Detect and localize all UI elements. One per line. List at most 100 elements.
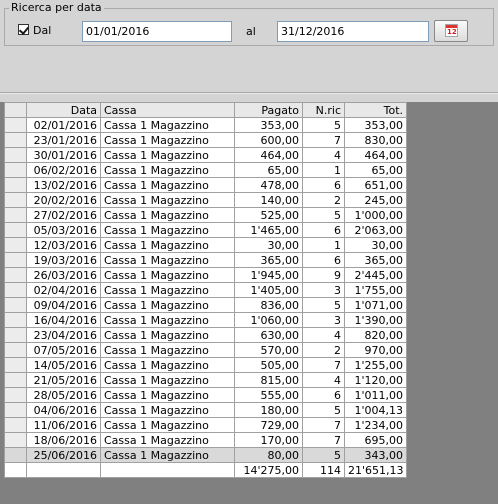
cell-nric[interactable]: 4 — [302, 372, 345, 388]
cell-cassa[interactable]: Cassa 1 Magazzino — [100, 327, 235, 343]
table-row[interactable]: 26/03/2016 Cassa 1 Magazzino 1'945,00 9 2'44… — [4, 267, 407, 283]
cell-nric[interactable]: 3 — [302, 282, 345, 298]
column-header-nric[interactable]: N.ric — [302, 102, 345, 118]
table-row[interactable]: 04/06/2016 Cassa 1 Magazzino 180,00 5 1'004,… — [4, 402, 407, 418]
cell-cassa[interactable]: Cassa 1 Magazzino — [100, 162, 235, 178]
cell-data[interactable]: 30/01/2016 — [26, 147, 101, 163]
cell-nric[interactable]: 7 — [302, 132, 345, 148]
cell-cassa[interactable]: Cassa 1 Magazzino — [100, 207, 235, 223]
cell-data[interactable]: 13/02/2016 — [26, 177, 101, 193]
cell-cassa[interactable]: Cassa 1 Magazzino — [100, 372, 235, 388]
row-indicator[interactable] — [4, 162, 27, 178]
row-indicator[interactable] — [4, 252, 27, 268]
cell-pagato[interactable]: 836,00 — [234, 297, 303, 313]
cell-nric[interactable]: 2 — [302, 342, 345, 358]
cell-data[interactable] — [26, 462, 101, 478]
cell-cassa[interactable]: Cassa 1 Magazzino — [100, 252, 235, 268]
table-row[interactable]: 20/02/2016 Cassa 1 Magazzino 140,00 2 245,00 — [4, 192, 407, 208]
table-row[interactable]: 16/04/2016 Cassa 1 Magazzino 1'060,00 3 1'39… — [4, 312, 407, 328]
cell-cassa[interactable]: Cassa 1 Magazzino — [100, 132, 235, 148]
table-row[interactable]: 13/02/2016 Cassa 1 Magazzino 478,00 6 651,00 — [4, 177, 407, 193]
row-indicator[interactable] — [4, 207, 27, 223]
cell-data[interactable]: 02/01/2016 — [26, 117, 101, 133]
cell-cassa[interactable]: Cassa 1 Magazzino — [100, 312, 235, 328]
cell-tot[interactable]: 830,00 — [344, 132, 407, 148]
row-indicator[interactable] — [4, 222, 27, 238]
row-indicator[interactable] — [4, 387, 27, 403]
cell-data[interactable]: 18/06/2016 — [26, 432, 101, 448]
row-indicator[interactable] — [4, 447, 27, 463]
table-row[interactable]: 23/01/2016 Cassa 1 Magazzino 600,00 7 830,00 — [4, 132, 407, 148]
cell-data[interactable]: 06/02/2016 — [26, 162, 101, 178]
cell-cassa[interactable]: Cassa 1 Magazzino — [100, 387, 235, 403]
cell-data[interactable]: 21/05/2016 — [26, 372, 101, 388]
cell-nric[interactable]: 5 — [302, 297, 345, 313]
dal-label[interactable]: Dal — [33, 24, 51, 37]
table-row[interactable]: 06/02/2016 Cassa 1 Magazzino 65,00 1 65,00 — [4, 162, 407, 178]
cell-data[interactable]: 25/06/2016 — [26, 447, 101, 463]
cell-cassa[interactable]: Cassa 1 Magazzino — [100, 417, 235, 433]
table-row[interactable]: 07/05/2016 Cassa 1 Magazzino 570,00 2 970,00 — [4, 342, 407, 358]
cell-nric[interactable]: 9 — [302, 267, 345, 283]
table-row[interactable]: 18/06/2016 Cassa 1 Magazzino 170,00 7 695,00 — [4, 432, 407, 448]
row-indicator[interactable] — [4, 132, 27, 148]
cell-pagato[interactable]: 1'060,00 — [234, 312, 303, 328]
cell-cassa[interactable]: Cassa 1 Magazzino — [100, 192, 235, 208]
cell-pagato[interactable]: 570,00 — [234, 342, 303, 358]
table-row[interactable]: 11/06/2016 Cassa 1 Magazzino 729,00 7 1'234,… — [4, 417, 407, 433]
cell-data[interactable]: 09/04/2016 — [26, 297, 101, 313]
cell-nric[interactable]: 6 — [302, 222, 345, 238]
row-indicator[interactable] — [4, 372, 27, 388]
table-row[interactable]: 12/03/2016 Cassa 1 Magazzino 30,00 1 30,00 — [4, 237, 407, 253]
cell-data[interactable]: 20/02/2016 — [26, 192, 101, 208]
table-row[interactable]: 02/01/2016 Cassa 1 Magazzino 353,00 5 353,00 — [4, 117, 407, 133]
cell-data[interactable]: 02/04/2016 — [26, 282, 101, 298]
cell-tot[interactable]: 1'234,00 — [344, 417, 407, 433]
calendar-button[interactable]: 12 — [434, 20, 468, 42]
cell-tot[interactable]: 245,00 — [344, 192, 407, 208]
cell-nric[interactable]: 3 — [302, 312, 345, 328]
cell-data[interactable]: 23/01/2016 — [26, 132, 101, 148]
date-to-input[interactable] — [277, 21, 429, 42]
cell-tot[interactable]: 1'120,00 — [344, 372, 407, 388]
cell-pagato[interactable]: 180,00 — [234, 402, 303, 418]
cell-pagato[interactable]: 525,00 — [234, 207, 303, 223]
table-row[interactable]: 27/02/2016 Cassa 1 Magazzino 525,00 5 1'000,… — [4, 207, 407, 223]
cell-pagato[interactable]: 140,00 — [234, 192, 303, 208]
cell-tot[interactable]: 651,00 — [344, 177, 407, 193]
cell-tot[interactable]: 343,00 — [344, 447, 407, 463]
cell-pagato[interactable]: 630,00 — [234, 327, 303, 343]
cell-pagato[interactable]: 14'275,00 — [234, 462, 303, 478]
totals-row[interactable]: 14'275,00 114 21'651,13 — [4, 462, 407, 478]
cell-pagato[interactable]: 365,00 — [234, 252, 303, 268]
table-row[interactable]: 02/04/2016 Cassa 1 Magazzino 1'405,00 3 1'75… — [4, 282, 407, 298]
cell-nric[interactable]: 5 — [302, 117, 345, 133]
row-indicator[interactable] — [4, 237, 27, 253]
cell-cassa[interactable]: Cassa 1 Magazzino — [100, 147, 235, 163]
cell-tot[interactable]: 1'071,00 — [344, 297, 407, 313]
table-row[interactable]: 28/05/2016 Cassa 1 Magazzino 555,00 6 1'011,… — [4, 387, 407, 403]
cell-data[interactable]: 07/05/2016 — [26, 342, 101, 358]
cell-data[interactable]: 04/06/2016 — [26, 402, 101, 418]
table-row[interactable]: 30/01/2016 Cassa 1 Magazzino 464,00 4 464,00 — [4, 147, 407, 163]
cell-nric[interactable]: 7 — [302, 432, 345, 448]
column-header-data[interactable]: Data — [26, 102, 101, 118]
cell-nric[interactable]: 5 — [302, 402, 345, 418]
cell-tot[interactable]: 1'011,00 — [344, 387, 407, 403]
cell-nric[interactable]: 6 — [302, 252, 345, 268]
cell-tot[interactable]: 65,00 — [344, 162, 407, 178]
cell-cassa[interactable]: Cassa 1 Magazzino — [100, 342, 235, 358]
cell-nric[interactable]: 4 — [302, 147, 345, 163]
row-indicator[interactable] — [4, 327, 27, 343]
cell-pagato[interactable]: 170,00 — [234, 432, 303, 448]
cell-pagato[interactable]: 505,00 — [234, 357, 303, 373]
cell-tot[interactable]: 820,00 — [344, 327, 407, 343]
cell-cassa[interactable] — [100, 462, 235, 478]
table-row[interactable]: 21/05/2016 Cassa 1 Magazzino 815,00 4 1'120,… — [4, 372, 407, 388]
table-row[interactable]: 05/03/2016 Cassa 1 Magazzino 1'465,00 6 2'06… — [4, 222, 407, 238]
cell-nric[interactable]: 4 — [302, 327, 345, 343]
cell-cassa[interactable]: Cassa 1 Magazzino — [100, 117, 235, 133]
column-header-tot[interactable]: Tot. — [344, 102, 407, 118]
cell-pagato[interactable]: 353,00 — [234, 117, 303, 133]
cell-data[interactable]: 27/02/2016 — [26, 207, 101, 223]
